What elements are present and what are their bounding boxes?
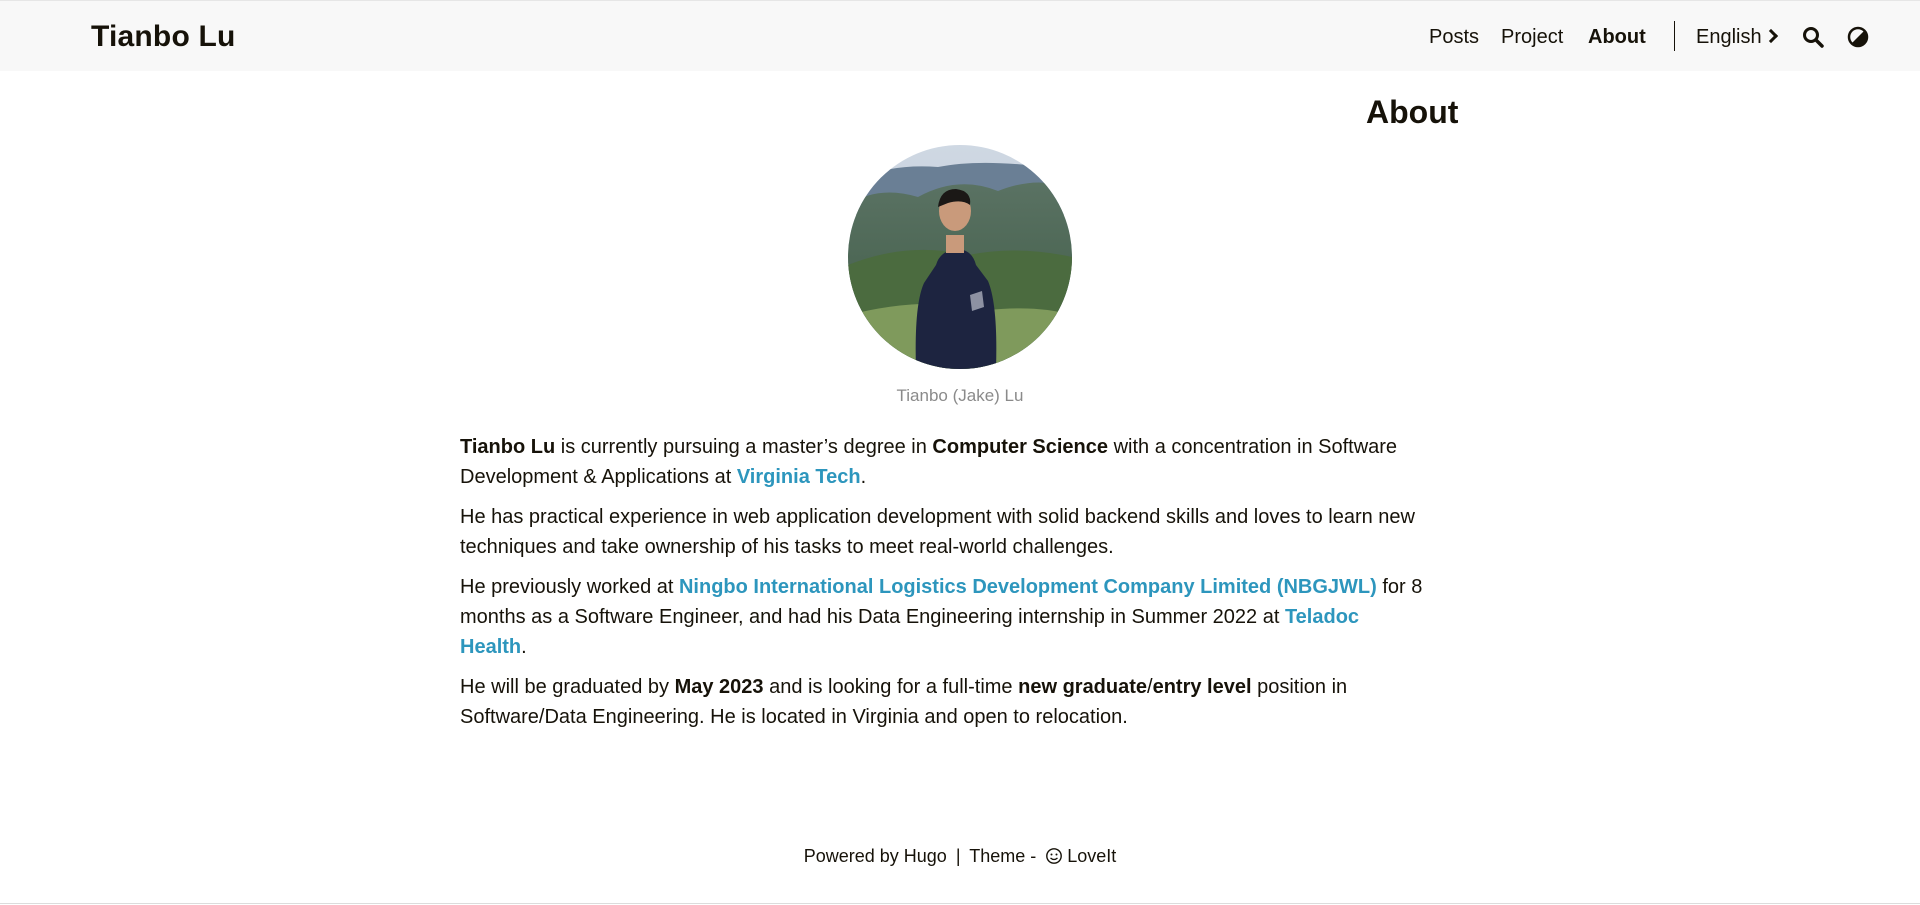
work-text-3: . bbox=[521, 636, 527, 658]
role-entry-level: entry level bbox=[1152, 676, 1252, 698]
search-icon[interactable] bbox=[1801, 25, 1825, 49]
avatar bbox=[848, 145, 1072, 369]
intro-text-3: . bbox=[860, 466, 867, 488]
theme-prefix: Theme - bbox=[969, 846, 1042, 866]
main-nav: Posts Project About English bbox=[0, 21, 1920, 54]
site-header: Tianbo Lu Posts Project About English bbox=[0, 0, 1920, 71]
work-text-1: He previously worked at bbox=[460, 576, 679, 598]
grad-text-2: and is looking for a full-time bbox=[763, 676, 1019, 698]
graduation-paragraph: He will be graduated by May 2023 and is … bbox=[460, 672, 1430, 732]
nav-about[interactable]: About bbox=[1588, 26, 1646, 49]
loveit-theme-link[interactable]: LoveIt bbox=[1067, 846, 1116, 866]
chevron-right-icon bbox=[1763, 28, 1778, 44]
work-paragraph: He previously worked at Ningbo Internati… bbox=[460, 572, 1430, 662]
site-footer: Powered by Hugo | Theme - LoveIt bbox=[0, 846, 1920, 867]
powered-by-link[interactable]: Powered by Hugo bbox=[804, 846, 947, 866]
intro-text-1: is currently pursuing a master’s degree … bbox=[555, 436, 933, 458]
name-text: Tianbo Lu bbox=[460, 436, 556, 458]
nav-divider bbox=[1674, 21, 1675, 51]
page-title: About bbox=[1366, 94, 1459, 130]
experience-paragraph: He has practical experience in web appli… bbox=[460, 506, 1415, 558]
language-switch[interactable]: English bbox=[1696, 26, 1778, 49]
about-content: Tianbo Lu is currently pursuing a master… bbox=[460, 432, 1430, 742]
nav-project[interactable]: Project bbox=[1501, 26, 1563, 49]
field-text: Computer Science bbox=[932, 436, 1109, 458]
virginia-tech-link[interactable]: Virginia Tech bbox=[737, 466, 861, 488]
nbgjwl-link[interactable]: Ningbo International Logistics Developme… bbox=[679, 576, 1377, 598]
language-label: English bbox=[1696, 26, 1762, 48]
grad-text-1: He will be graduated by bbox=[460, 676, 675, 698]
loveit-theme-icon bbox=[1045, 847, 1063, 865]
role-new-graduate: new graduate bbox=[1018, 676, 1148, 698]
bottom-divider bbox=[0, 903, 1920, 904]
theme-toggle-icon[interactable] bbox=[1846, 25, 1870, 49]
intro-paragraph: Tianbo Lu is currently pursuing a master… bbox=[460, 432, 1430, 492]
footer-separator: | bbox=[955, 846, 961, 866]
grad-date: May 2023 bbox=[674, 676, 764, 698]
nav-posts[interactable]: Posts bbox=[1429, 26, 1479, 49]
avatar-caption: Tianbo (Jake) Lu bbox=[896, 386, 1024, 405]
